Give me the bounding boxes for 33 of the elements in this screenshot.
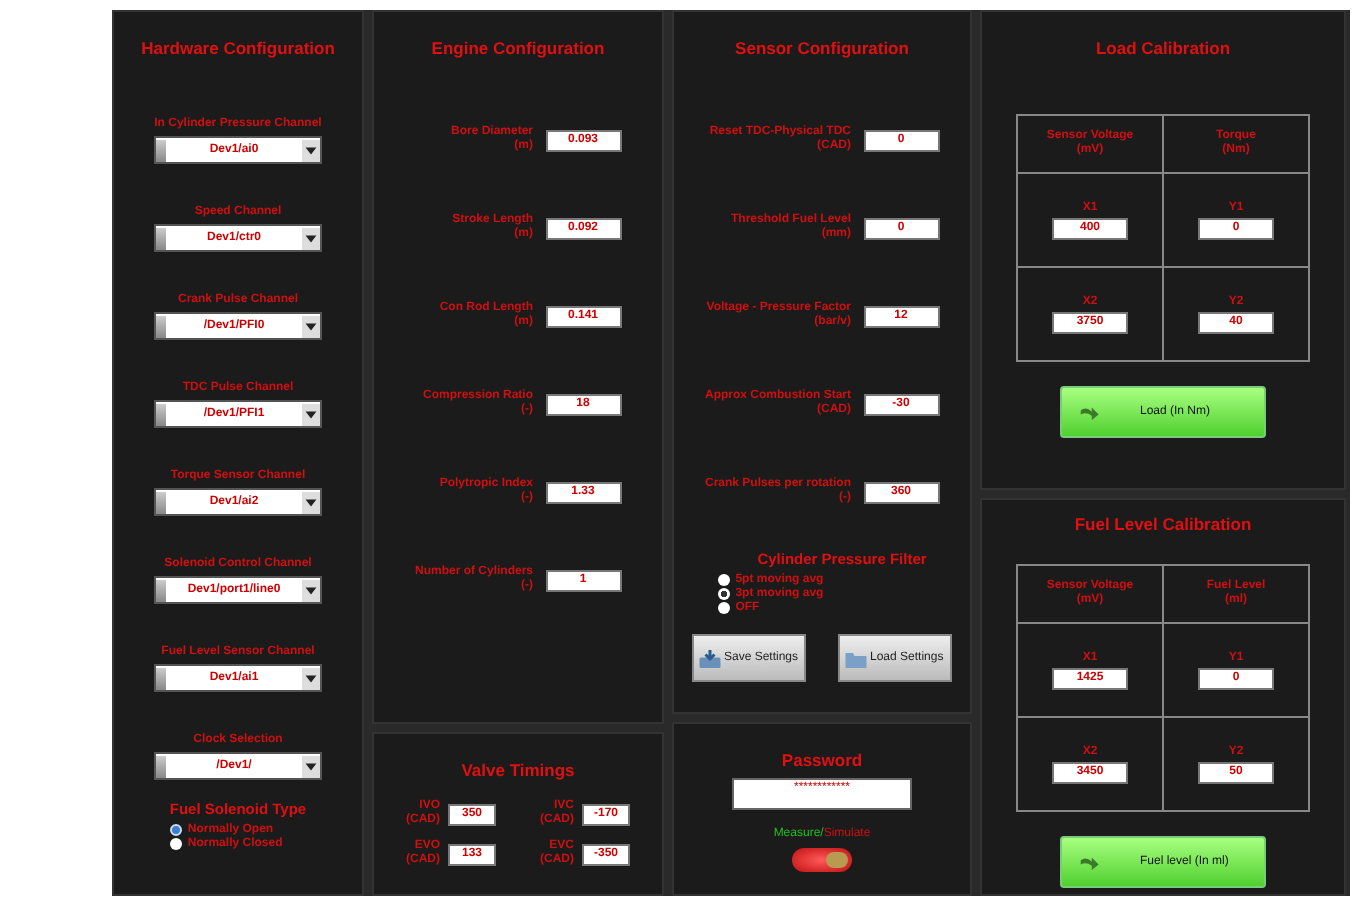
spinner-icon (156, 491, 166, 513)
spinner-icon (156, 315, 166, 337)
caret-icon (302, 579, 320, 601)
panel-title: Sensor Configuration (735, 38, 909, 58)
toggle-switch[interactable] (792, 848, 852, 872)
panel-title: Engine Configuration (431, 38, 605, 58)
caret-icon (302, 403, 320, 425)
panel-title: Fuel Level Calibration (1074, 514, 1252, 534)
caret-icon (302, 139, 320, 161)
spinner-icon (156, 667, 166, 689)
caret-icon (302, 491, 320, 513)
caret-icon (302, 315, 320, 337)
panel-title: Hardware Configuration (141, 38, 335, 58)
radio-button[interactable] (169, 838, 182, 850)
radio-button[interactable] (717, 602, 730, 614)
caret-icon (302, 667, 320, 689)
panel-title: Load Calibration (1095, 38, 1231, 58)
radio-button[interactable] (169, 824, 182, 836)
panel-title: Valve Timings (461, 760, 575, 780)
spinner-icon (156, 139, 166, 161)
radio-button[interactable] (717, 588, 730, 600)
spinner-icon (156, 403, 166, 425)
caret-icon (302, 755, 320, 777)
arrow-icon (1078, 403, 1100, 421)
caret-icon (302, 227, 320, 249)
spinner-icon (156, 755, 166, 777)
disk-arrow-icon (698, 647, 722, 669)
radio-button[interactable] (717, 574, 730, 586)
spinner-icon (156, 227, 166, 249)
panel-title: Password (781, 750, 863, 770)
arrow-icon (1078, 853, 1100, 871)
folder-icon (844, 647, 868, 669)
spinner-icon (156, 579, 166, 601)
